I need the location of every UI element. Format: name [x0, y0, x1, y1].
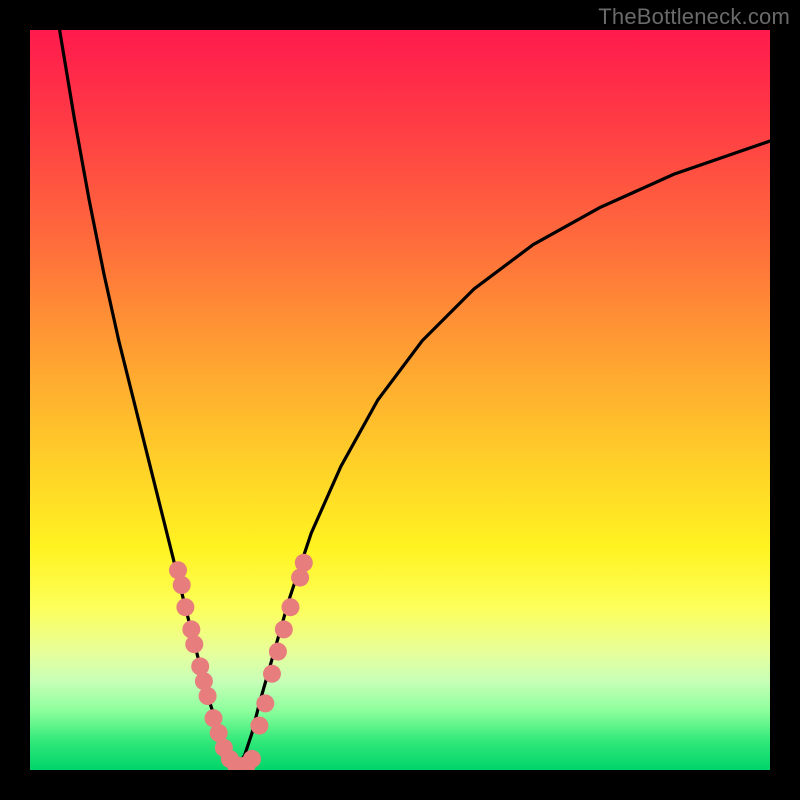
scatter-dot	[250, 717, 268, 735]
chart-svg	[30, 30, 770, 770]
right-scatter-group	[250, 554, 312, 735]
scatter-dot	[295, 554, 313, 572]
scatter-dot	[176, 598, 194, 616]
scatter-dot	[173, 576, 191, 594]
scatter-dot	[263, 665, 281, 683]
right-curve-line	[237, 141, 770, 766]
scatter-dot	[243, 750, 261, 768]
watermark-text: TheBottleneck.com	[598, 4, 790, 30]
scatter-dot	[199, 687, 217, 705]
scatter-dot	[182, 620, 200, 638]
left-curve-line	[60, 30, 238, 766]
scatter-dot	[275, 620, 293, 638]
scatter-dot	[185, 635, 203, 653]
scatter-dot	[256, 694, 274, 712]
scatter-dot	[269, 643, 287, 661]
scatter-dot	[281, 598, 299, 616]
left-scatter-group	[169, 561, 261, 770]
